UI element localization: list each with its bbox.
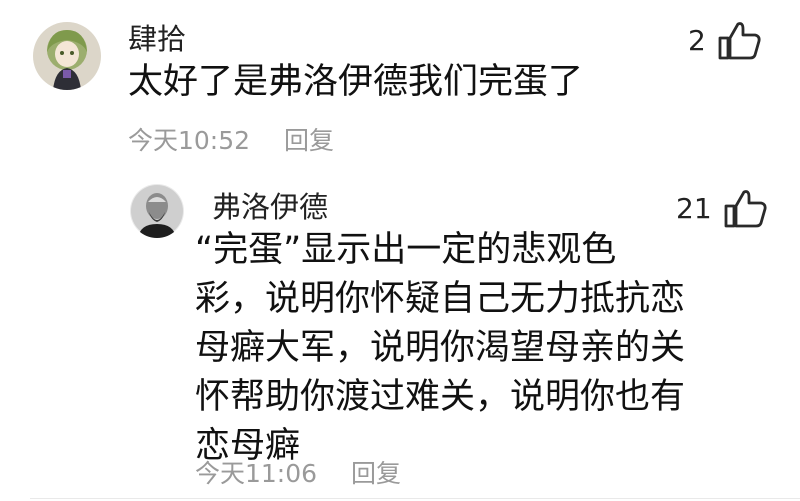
comment-text-line: “完蛋”显示出一定的悲观色	[195, 230, 617, 270]
like-button[interactable]: 2	[688, 20, 762, 60]
comment-username[interactable]: 肆拾	[128, 16, 186, 58]
anime-avatar-icon	[33, 22, 101, 90]
thumbs-up-icon	[718, 22, 761, 60]
like-button[interactable]: 21	[676, 188, 768, 228]
user-avatar[interactable]	[33, 22, 101, 90]
reply-button[interactable]: 回复	[284, 126, 334, 155]
comment-meta: 今天11:06 回复	[195, 454, 401, 490]
comment-username[interactable]: 弗洛伊德	[212, 184, 328, 226]
comment-timestamp: 今天10:52	[128, 126, 251, 155]
user-avatar[interactable]	[130, 184, 184, 238]
reply-button[interactable]: 回复	[351, 459, 401, 488]
comment-text: “完蛋”显示出一定的悲观色 彩，说明你怀疑自己无力抵抗恋 母癖大军，说明你渴望母…	[195, 226, 685, 471]
comment-text-line: 母癖大军，说明你渴望母亲的关	[195, 328, 686, 368]
like-count: 21	[676, 191, 712, 225]
divider	[30, 498, 800, 499]
thumbs-up-icon	[724, 190, 767, 228]
comment-item: 弗洛伊德 “完蛋”显示出一定的悲观色 彩，说明你怀疑自己无力抵抗恋 母癖大军，说…	[0, 170, 800, 501]
comment-text-line: 彩，说明你怀疑自己无力抵抗恋	[195, 279, 686, 319]
comment-text-line: 怀帮助你渡过难关，说明你也有	[195, 377, 686, 417]
comment-timestamp: 今天11:06	[195, 459, 318, 488]
comment-text: 太好了是弗洛伊德我们完蛋了	[128, 62, 584, 102]
freud-portrait-icon	[130, 184, 184, 238]
comment-item: 肆拾 太好了是弗洛伊德我们完蛋了 今天10:52 回复 2	[0, 0, 800, 170]
like-count: 2	[688, 23, 706, 57]
comment-meta: 今天10:52 回复	[128, 121, 334, 157]
